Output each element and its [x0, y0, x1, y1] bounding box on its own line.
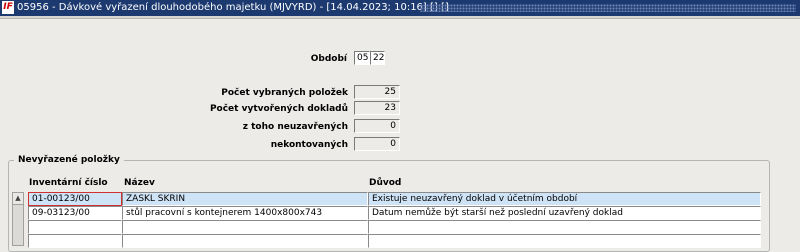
- header-nazev: Název: [124, 178, 155, 188]
- pocet-dokladu-label: Počet vytvořených dokladů: [209, 104, 348, 114]
- title-separator: [0, 16, 800, 19]
- cell-inventarni-cislo[interactable]: [28, 220, 122, 234]
- cell-inventarni-cislo[interactable]: 01-00123/00: [28, 192, 122, 206]
- group-title: Nevyřazené položky: [14, 155, 124, 165]
- pocet-vybranych-label: Počet vybraných položek: [221, 88, 348, 98]
- neuzavrenych-value: 0: [354, 119, 400, 133]
- obdobi-year-input[interactable]: 22: [370, 51, 385, 65]
- window-title: 05956 - Dávkové vyřazení dlouhodobého ma…: [17, 2, 449, 13]
- app-logo-icon: IF: [2, 1, 14, 14]
- cell-nazev[interactable]: ZASKL SKRIN: [122, 192, 368, 206]
- pocet-vybranych-value: 25: [354, 85, 400, 99]
- cell-nazev[interactable]: [122, 220, 368, 234]
- nekontovanych-label: nekontovaných: [270, 140, 348, 150]
- cell-inventarni-cislo[interactable]: 09-03123/00: [28, 206, 122, 220]
- cell-inventarni-cislo[interactable]: [28, 234, 122, 248]
- cell-duvod[interactable]: [368, 234, 761, 248]
- cell-duvod[interactable]: Datum nemůže být starší než poslední uza…: [368, 206, 761, 220]
- table-scrollbar[interactable]: ▲: [12, 192, 24, 246]
- header-inventarni-cislo: Inventární číslo: [29, 178, 108, 188]
- cell-nazev[interactable]: stůl pracovní s kontejnerem 1400x800x743: [122, 206, 368, 220]
- title-bar: IF 05956 - Dávkové vyřazení dlouhodobého…: [0, 0, 800, 16]
- pocet-dokladu-value: 23: [354, 101, 400, 115]
- scroll-up-arrow-icon[interactable]: ▲: [13, 193, 23, 205]
- obdobi-label: Období: [310, 54, 347, 64]
- nekontovanych-value: 0: [354, 137, 400, 151]
- header-duvod: Důvod: [369, 178, 402, 188]
- cell-duvod[interactable]: Existuje neuzavřený doklad v účetním obd…: [368, 192, 761, 206]
- cell-duvod[interactable]: [368, 220, 761, 234]
- title-bar-pattern: [420, 4, 796, 12]
- neuzavrenych-label: z toho neuzavřených: [242, 122, 348, 132]
- obdobi-month-input[interactable]: 05: [354, 51, 370, 65]
- cell-nazev[interactable]: [122, 234, 368, 248]
